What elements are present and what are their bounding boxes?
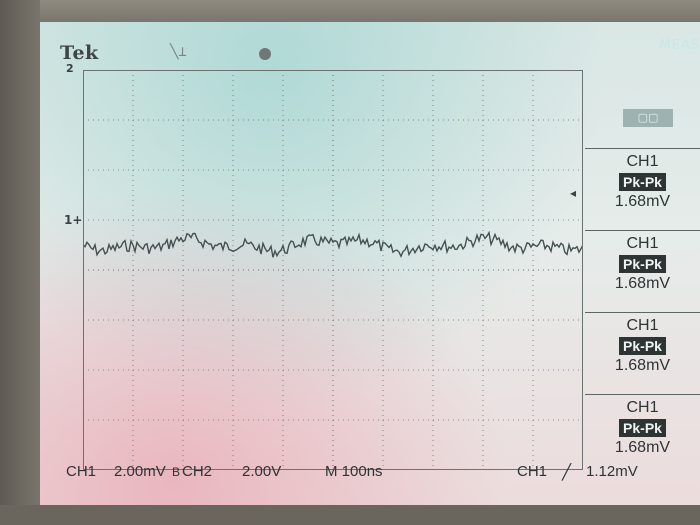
measurement-channel: CH1 — [626, 153, 659, 170]
menu-indicator-box[interactable]: ▢▢ — [623, 109, 673, 127]
measurement-value: 1.68mV — [614, 275, 671, 292]
measurement-value: 1.68mV — [614, 357, 671, 374]
measurement-panel: CH1 Pk-Pk 1.68mV CH1 Pk-Pk 1.68mV CH1 Pk… — [585, 148, 700, 481]
measurement-slot-3[interactable]: CH1 Pk-Pk 1.68mV — [585, 312, 700, 395]
measurement-value: 1.68mV — [614, 439, 671, 456]
ch2-scale: 2.00V — [242, 463, 282, 480]
bandwidth-limit-indicator: B — [172, 465, 181, 479]
timebase-readout: M 100ns — [325, 463, 383, 480]
monitor-bezel-left — [0, 0, 40, 525]
status-bar: CH1 2.00mV B CH2 2.00V M 100ns CH1 ╱ 1.1… — [66, 463, 696, 485]
trigger-position-icon: ╲⊥ — [170, 44, 187, 60]
measurement-type: Pk-Pk — [619, 337, 666, 355]
measurement-channel: CH1 — [626, 317, 659, 334]
measure-menu-label[interactable]: MEAS — [595, 38, 700, 58]
brand-logo: Tek — [60, 42, 99, 64]
acquisition-status-icon — [259, 48, 271, 60]
measurement-slot-1[interactable]: CH1 Pk-Pk 1.68mV — [585, 148, 700, 231]
ch1-label: CH1 — [66, 463, 97, 480]
measurement-channel: CH1 — [626, 235, 659, 252]
ch1-scale: 2.00mV — [114, 463, 166, 480]
monitor-bezel-top — [0, 0, 700, 22]
measurement-type: Pk-Pk — [619, 173, 666, 191]
measurement-type: Pk-Pk — [619, 419, 666, 437]
ch2-label: CH2 — [182, 463, 213, 480]
trigger-source: CH1 — [517, 463, 548, 480]
measurement-channel: CH1 — [626, 399, 659, 416]
oscilloscope-screen: Tek ╲⊥ MEAS ▢▢ 2 1+ ◂ CH1 Pk-Pk 1.68mV C… — [40, 22, 700, 505]
channel-2-marker: 2 — [66, 62, 74, 75]
trigger-level: 1.12mV — [586, 463, 638, 480]
measurement-value: 1.68mV — [614, 193, 671, 210]
measurement-slot-2[interactable]: CH1 Pk-Pk 1.68mV — [585, 230, 700, 313]
trigger-slope-icon: ╱ — [562, 464, 572, 481]
graticule-border — [83, 70, 583, 470]
monitor-bezel-bottom — [0, 505, 700, 525]
channel-1-ground-marker: 1+ — [64, 213, 83, 227]
measurement-type: Pk-Pk — [619, 255, 666, 273]
